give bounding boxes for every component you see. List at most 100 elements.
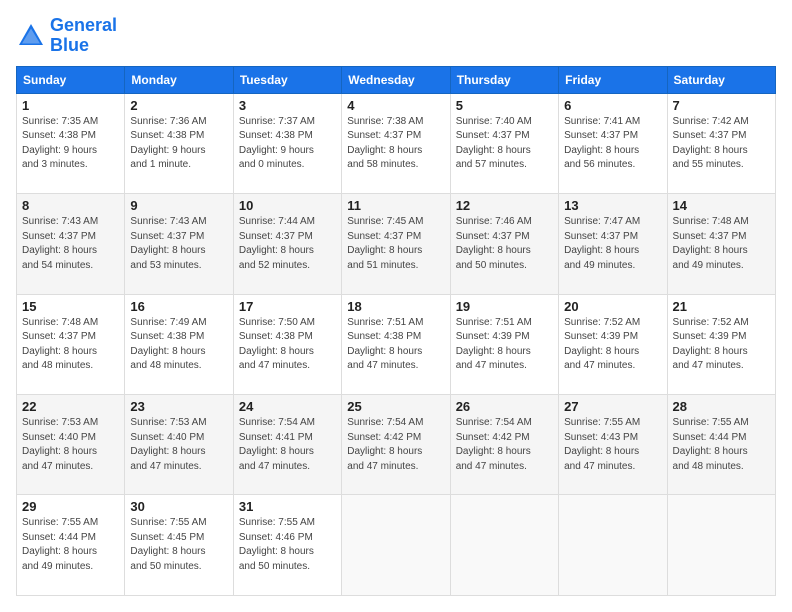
day-number: 28 <box>673 399 770 414</box>
calendar-day-header: Friday <box>559 66 667 93</box>
day-number: 1 <box>22 98 119 113</box>
calendar-cell: 17 Sunrise: 7:50 AM Sunset: 4:38 PM Dayli… <box>233 294 341 394</box>
day-number: 5 <box>456 98 553 113</box>
day-info: Sunrise: 7:54 AM Sunset: 4:41 PM Dayligh… <box>239 416 336 474</box>
day-number: 18 <box>347 299 444 314</box>
calendar-cell: 5 Sunrise: 7:40 AM Sunset: 4:37 PM Daylig… <box>450 93 558 193</box>
calendar-week-row: 29 Sunrise: 7:55 AM Sunset: 4:44 PM Dayli… <box>17 495 776 596</box>
day-info: Sunrise: 7:44 AM Sunset: 4:37 PM Dayligh… <box>239 215 336 273</box>
day-number: 21 <box>673 299 770 314</box>
calendar-cell: 6Sunrise: 7:41 AM Sunset: 4:37 PM Daylig… <box>559 93 667 193</box>
calendar-cell: 4 Sunrise: 7:38 AM Sunset: 4:37 PM Daylig… <box>342 93 450 193</box>
day-info: Sunrise: 7:51 AM Sunset: 4:38 PM Dayligh… <box>347 316 444 374</box>
day-number: 22 <box>22 399 119 414</box>
calendar-cell: 18 Sunrise: 7:51 AM Sunset: 4:38 PM Dayli… <box>342 294 450 394</box>
day-number: 24 <box>239 399 336 414</box>
day-info: Sunrise: 7:49 AM Sunset: 4:38 PM Dayligh… <box>130 316 227 374</box>
day-number: 17 <box>239 299 336 314</box>
page: General Blue SundayMondayTuesdayWednesda… <box>0 0 792 612</box>
calendar-cell: 12Sunrise: 7:46 AM Sunset: 4:37 PM Dayli… <box>450 194 558 294</box>
day-info: Sunrise: 7:52 AM Sunset: 4:39 PM Dayligh… <box>564 316 661 374</box>
day-number: 10 <box>239 198 336 213</box>
day-number: 27 <box>564 399 661 414</box>
calendar-week-row: 15 Sunrise: 7:48 AM Sunset: 4:37 PM Dayli… <box>17 294 776 394</box>
day-number: 23 <box>130 399 227 414</box>
day-info: Sunrise: 7:37 AM Sunset: 4:38 PM Dayligh… <box>239 115 336 173</box>
day-info: Sunrise: 7:55 AM Sunset: 4:44 PM Dayligh… <box>22 516 119 574</box>
calendar-cell: 7Sunrise: 7:42 AM Sunset: 4:37 PM Daylig… <box>667 93 775 193</box>
day-number: 26 <box>456 399 553 414</box>
day-info: Sunrise: 7:40 AM Sunset: 4:37 PM Dayligh… <box>456 115 553 173</box>
day-info: Sunrise: 7:54 AM Sunset: 4:42 PM Dayligh… <box>456 416 553 474</box>
calendar-week-row: 22 Sunrise: 7:53 AM Sunset: 4:40 PM Dayli… <box>17 395 776 495</box>
calendar-day-header: Tuesday <box>233 66 341 93</box>
day-info: Sunrise: 7:51 AM Sunset: 4:39 PM Dayligh… <box>456 316 553 374</box>
day-number: 20 <box>564 299 661 314</box>
day-info: Sunrise: 7:55 AM Sunset: 4:43 PM Dayligh… <box>564 416 661 474</box>
day-info: Sunrise: 7:38 AM Sunset: 4:37 PM Dayligh… <box>347 115 444 173</box>
calendar-cell: 9Sunrise: 7:43 AM Sunset: 4:37 PM Daylig… <box>125 194 233 294</box>
calendar-cell <box>559 495 667 596</box>
calendar-cell: 13 Sunrise: 7:47 AM Sunset: 4:37 PM Dayli… <box>559 194 667 294</box>
calendar-cell: 29 Sunrise: 7:55 AM Sunset: 4:44 PM Dayli… <box>17 495 125 596</box>
calendar-cell: 31 Sunrise: 7:55 AM Sunset: 4:46 PM Dayli… <box>233 495 341 596</box>
day-number: 15 <box>22 299 119 314</box>
calendar-cell: 19 Sunrise: 7:51 AM Sunset: 4:39 PM Dayli… <box>450 294 558 394</box>
calendar-cell: 14 Sunrise: 7:48 AM Sunset: 4:37 PM Dayli… <box>667 194 775 294</box>
calendar-cell: 25Sunrise: 7:54 AM Sunset: 4:42 PM Dayli… <box>342 395 450 495</box>
day-info: Sunrise: 7:43 AM Sunset: 4:37 PM Dayligh… <box>130 215 227 273</box>
day-number: 13 <box>564 198 661 213</box>
calendar-day-header: Wednesday <box>342 66 450 93</box>
calendar-cell: 27 Sunrise: 7:55 AM Sunset: 4:43 PM Dayli… <box>559 395 667 495</box>
day-info: Sunrise: 7:55 AM Sunset: 4:44 PM Dayligh… <box>673 416 770 474</box>
day-number: 11 <box>347 198 444 213</box>
calendar-cell: 21 Sunrise: 7:52 AM Sunset: 4:39 PM Dayli… <box>667 294 775 394</box>
day-number: 14 <box>673 198 770 213</box>
day-number: 6 <box>564 98 661 113</box>
calendar-cell: 3Sunrise: 7:37 AM Sunset: 4:38 PM Daylig… <box>233 93 341 193</box>
calendar-week-row: 8 Sunrise: 7:43 AM Sunset: 4:37 PM Daylig… <box>17 194 776 294</box>
calendar-cell: 8 Sunrise: 7:43 AM Sunset: 4:37 PM Daylig… <box>17 194 125 294</box>
day-number: 16 <box>130 299 227 314</box>
calendar-cell: 23 Sunrise: 7:53 AM Sunset: 4:40 PM Dayli… <box>125 395 233 495</box>
day-info: Sunrise: 7:54 AM Sunset: 4:42 PM Dayligh… <box>347 416 444 474</box>
day-info: Sunrise: 7:48 AM Sunset: 4:37 PM Dayligh… <box>673 215 770 273</box>
calendar-cell: 1 Sunrise: 7:35 AM Sunset: 4:38 PM Daylig… <box>17 93 125 193</box>
day-number: 19 <box>456 299 553 314</box>
day-info: Sunrise: 7:35 AM Sunset: 4:38 PM Dayligh… <box>22 115 119 173</box>
logo-text: General Blue <box>50 16 117 56</box>
day-number: 2 <box>130 98 227 113</box>
day-info: Sunrise: 7:50 AM Sunset: 4:38 PM Dayligh… <box>239 316 336 374</box>
day-info: Sunrise: 7:48 AM Sunset: 4:37 PM Dayligh… <box>22 316 119 374</box>
calendar-day-header: Sunday <box>17 66 125 93</box>
calendar-day-header: Monday <box>125 66 233 93</box>
header: General Blue <box>16 16 776 56</box>
day-info: Sunrise: 7:43 AM Sunset: 4:37 PM Dayligh… <box>22 215 119 273</box>
calendar-cell: 24 Sunrise: 7:54 AM Sunset: 4:41 PM Dayli… <box>233 395 341 495</box>
calendar-cell: 30 Sunrise: 7:55 AM Sunset: 4:45 PM Dayli… <box>125 495 233 596</box>
calendar-cell <box>342 495 450 596</box>
day-info: Sunrise: 7:47 AM Sunset: 4:37 PM Dayligh… <box>564 215 661 273</box>
calendar-cell: 10 Sunrise: 7:44 AM Sunset: 4:37 PM Dayli… <box>233 194 341 294</box>
calendar-cell: 16 Sunrise: 7:49 AM Sunset: 4:38 PM Dayli… <box>125 294 233 394</box>
day-info: Sunrise: 7:36 AM Sunset: 4:38 PM Dayligh… <box>130 115 227 173</box>
day-info: Sunrise: 7:55 AM Sunset: 4:45 PM Dayligh… <box>130 516 227 574</box>
day-number: 4 <box>347 98 444 113</box>
day-number: 8 <box>22 198 119 213</box>
day-number: 30 <box>130 499 227 514</box>
calendar-cell: 28 Sunrise: 7:55 AM Sunset: 4:44 PM Dayli… <box>667 395 775 495</box>
day-info: Sunrise: 7:55 AM Sunset: 4:46 PM Dayligh… <box>239 516 336 574</box>
day-number: 31 <box>239 499 336 514</box>
calendar-cell: 2 Sunrise: 7:36 AM Sunset: 4:38 PM Daylig… <box>125 93 233 193</box>
day-info: Sunrise: 7:53 AM Sunset: 4:40 PM Dayligh… <box>130 416 227 474</box>
day-info: Sunrise: 7:53 AM Sunset: 4:40 PM Dayligh… <box>22 416 119 474</box>
day-number: 29 <box>22 499 119 514</box>
day-info: Sunrise: 7:52 AM Sunset: 4:39 PM Dayligh… <box>673 316 770 374</box>
calendar-cell: 22 Sunrise: 7:53 AM Sunset: 4:40 PM Dayli… <box>17 395 125 495</box>
calendar-cell: 15 Sunrise: 7:48 AM Sunset: 4:37 PM Dayli… <box>17 294 125 394</box>
day-info: Sunrise: 7:42 AM Sunset: 4:37 PM Dayligh… <box>673 115 770 173</box>
calendar-day-header: Thursday <box>450 66 558 93</box>
calendar-cell: 20 Sunrise: 7:52 AM Sunset: 4:39 PM Dayli… <box>559 294 667 394</box>
logo-icon <box>16 21 46 51</box>
calendar-header-row: SundayMondayTuesdayWednesdayThursdayFrid… <box>17 66 776 93</box>
